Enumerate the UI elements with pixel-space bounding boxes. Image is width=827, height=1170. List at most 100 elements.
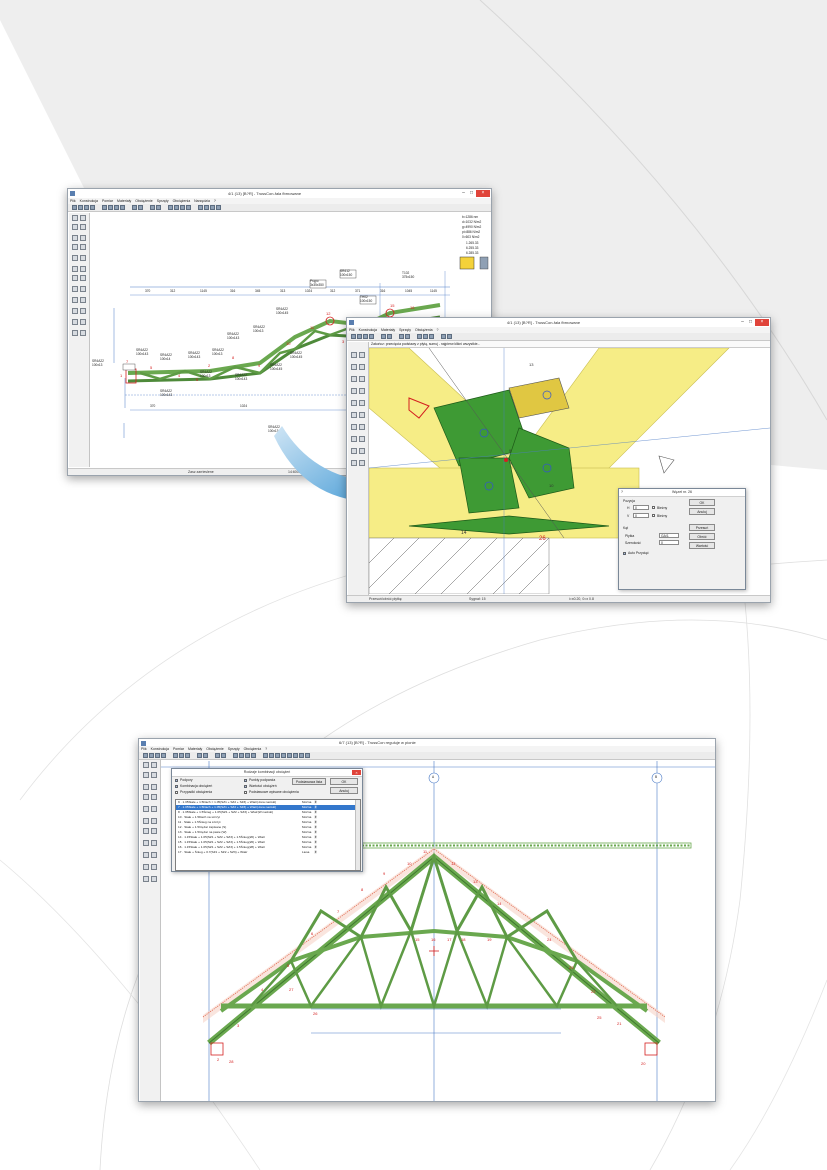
open-file-icon[interactable] [78, 205, 83, 210]
tool-icon[interactable] [269, 753, 274, 758]
combination-checkbox[interactable] [175, 784, 178, 789]
tool-icon[interactable] [351, 448, 357, 454]
move-button[interactable]: Przesuń [689, 524, 715, 531]
tool-icon[interactable] [72, 286, 78, 292]
support-checkbox[interactable] [175, 778, 178, 783]
tool-icon[interactable] [351, 376, 357, 382]
tool-icon[interactable] [186, 205, 191, 210]
tool-icon[interactable] [359, 364, 365, 370]
tool-icon[interactable] [151, 784, 157, 790]
tool-icon[interactable] [151, 828, 157, 834]
auto-checkbox[interactable] [623, 551, 626, 556]
ok-button[interactable]: OK [689, 499, 715, 506]
tool-icon[interactable] [72, 319, 78, 325]
v-input[interactable]: 0 [633, 513, 649, 518]
tool-icon[interactable] [351, 388, 357, 394]
tool-icon[interactable] [198, 205, 203, 210]
v-checkbox[interactable] [652, 514, 655, 517]
tool-icon[interactable] [359, 448, 365, 454]
tool-icon[interactable] [359, 376, 365, 382]
load-values-checkbox[interactable] [244, 784, 247, 789]
ok-button[interactable]: OK [330, 778, 358, 785]
tool-icon[interactable] [72, 215, 78, 221]
tool-icon[interactable] [151, 772, 157, 778]
tool-icon[interactable] [143, 806, 149, 812]
undo-icon[interactable] [399, 334, 404, 339]
tool-icon[interactable] [179, 753, 184, 758]
zoom-icon[interactable] [233, 753, 238, 758]
tool-icon[interactable] [447, 334, 452, 339]
redo-icon[interactable] [138, 205, 143, 210]
close-icon[interactable]: × [476, 190, 490, 197]
tool-icon[interactable] [351, 424, 357, 430]
tool-icon[interactable] [80, 255, 86, 261]
cancel-button[interactable]: Anuluj [330, 787, 358, 794]
tool-icon[interactable] [204, 205, 209, 210]
tool-icon[interactable] [281, 753, 286, 758]
open-file-icon[interactable] [357, 334, 362, 339]
tool-icon[interactable] [143, 864, 149, 870]
tool-icon[interactable] [275, 753, 280, 758]
undo-icon[interactable] [197, 753, 202, 758]
tool-icon[interactable] [245, 753, 250, 758]
tool-icon[interactable] [143, 762, 149, 768]
tool-icon[interactable] [351, 364, 357, 370]
tool-icon[interactable] [429, 334, 434, 339]
undo-icon[interactable] [132, 205, 137, 210]
list-scrollbar[interactable] [355, 800, 360, 870]
tool-icon[interactable] [351, 352, 357, 358]
tool-icon[interactable] [72, 224, 78, 230]
tool-icon[interactable] [72, 297, 78, 303]
tool-icon[interactable] [80, 224, 86, 230]
tool-icon[interactable] [80, 308, 86, 314]
list-item[interactable]: 17 · Stałe + Śnieg + 0.7(SZ1 + SZ2 + SZ3… [176, 850, 356, 855]
redo-icon[interactable] [203, 753, 208, 758]
tool-icon[interactable] [359, 424, 365, 430]
tool-icon[interactable] [359, 460, 365, 466]
tool-icon[interactable] [441, 334, 446, 339]
rotate-button[interactable]: Obróć [689, 533, 715, 540]
tool-icon[interactable] [80, 297, 86, 303]
tool-icon[interactable] [143, 852, 149, 858]
save-icon[interactable] [363, 334, 368, 339]
cancel-button[interactable]: Anuluj [689, 508, 715, 515]
tool-icon[interactable] [359, 412, 365, 418]
tool-icon[interactable] [305, 753, 310, 758]
tool-icon[interactable] [80, 319, 86, 325]
width-input[interactable]: 0 [659, 540, 679, 545]
combination-list[interactable]: 9 · 1.35Stałe + 1.5Dach = 1.05(SZ1 + SZ2… [175, 799, 361, 871]
tool-icon[interactable] [381, 334, 386, 339]
minimize-icon[interactable]: – [460, 190, 467, 197]
maximize-icon[interactable]: □ [468, 190, 475, 197]
tool-icon[interactable] [72, 255, 78, 261]
tool-icon[interactable] [80, 330, 86, 336]
tool-icon[interactable] [80, 215, 86, 221]
tool-icon[interactable] [72, 308, 78, 314]
tool-icon[interactable] [173, 753, 178, 758]
tool-icon[interactable] [387, 334, 392, 339]
tool-icon[interactable] [221, 753, 226, 758]
tool-icon[interactable] [151, 806, 157, 812]
basic-loads-checkbox[interactable] [244, 791, 247, 794]
tool-icon[interactable] [287, 753, 292, 758]
tool-icon[interactable] [143, 828, 149, 834]
tool-icon[interactable] [351, 412, 357, 418]
tool-icon[interactable] [108, 205, 113, 210]
tool-icon[interactable] [72, 266, 78, 272]
tool-icon[interactable] [143, 840, 149, 846]
new-file-icon[interactable] [351, 334, 356, 339]
tool-icon[interactable] [359, 436, 365, 442]
tool-icon[interactable] [114, 205, 119, 210]
help-icon[interactable]: ? [621, 490, 623, 494]
zoom-icon[interactable] [168, 205, 173, 210]
tool-icon[interactable] [80, 286, 86, 292]
tool-icon[interactable] [151, 852, 157, 858]
redo-icon[interactable] [405, 334, 410, 339]
tool-icon[interactable] [263, 753, 268, 758]
tool-icon[interactable] [72, 235, 78, 241]
support-points-checkbox[interactable] [244, 778, 247, 783]
tool-icon[interactable] [143, 876, 149, 882]
tool-icon[interactable] [150, 205, 155, 210]
zoom-icon[interactable] [417, 334, 422, 339]
save-icon[interactable] [84, 205, 89, 210]
